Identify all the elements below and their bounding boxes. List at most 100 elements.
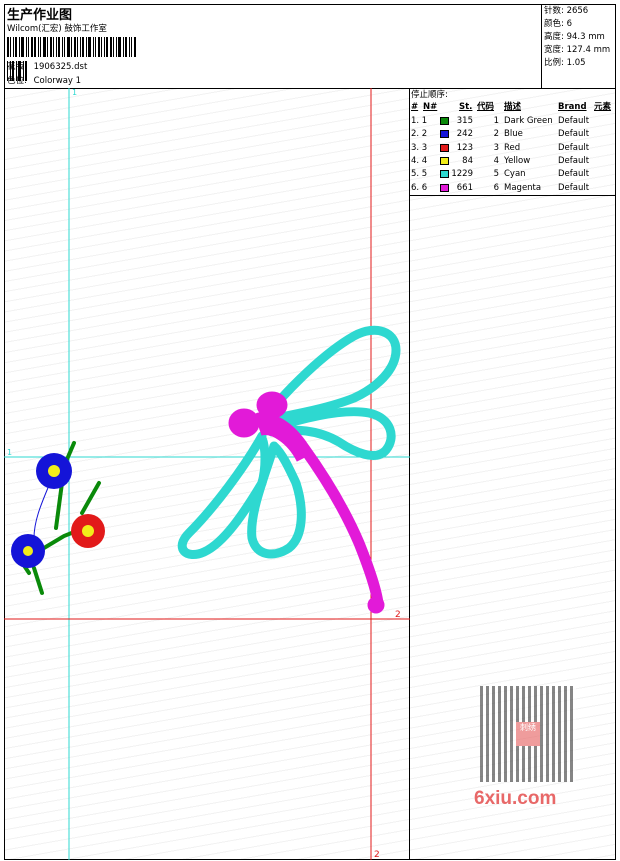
colorway-value: Colorway 1 <box>33 76 82 86</box>
row-description: Blue <box>504 129 523 140</box>
sequence-row: 3. 3 123 3 Red Default <box>411 143 614 156</box>
barcode-bar <box>50 37 52 57</box>
colorway-label: 色位: <box>7 76 27 86</box>
flower-blue-bottom <box>11 534 45 568</box>
barcode-bar <box>116 37 117 57</box>
studio-name: Wilcom(汇宏) 鼓饰工作室 <box>7 24 107 34</box>
color-swatch <box>440 143 449 152</box>
row-brand: Default <box>558 182 590 193</box>
color-swatch <box>440 156 449 165</box>
stat-stitches: 针数: 2656 <box>544 6 589 16</box>
barcode-bar <box>40 37 41 57</box>
barcode-bar <box>82 37 84 57</box>
barcode-bar <box>77 37 78 57</box>
row-stitches: 661 <box>456 182 473 193</box>
col-brand: Brand <box>558 102 587 112</box>
stat-width: 宽度: 127.4 mm <box>544 45 611 55</box>
row-code: 5 <box>493 169 499 180</box>
row-stitches: 315 <box>456 116 473 126</box>
barcode-bar <box>98 37 100 57</box>
row-index: 2. 2 <box>411 129 428 140</box>
row-index: 3. 3 <box>411 142 428 153</box>
row-code: 1 <box>493 116 499 126</box>
barcode-bar <box>28 37 29 57</box>
qr-stamp: 刺绣 <box>516 722 540 746</box>
sequence-title: 停止顺序: <box>411 90 448 100</box>
flower-red <box>71 514 105 548</box>
row-description: Cyan <box>504 169 526 180</box>
col-needle: N# <box>423 102 438 112</box>
barcode-bar <box>113 37 114 57</box>
barcode-bar <box>34 37 36 57</box>
design-field: 花版: 1906325.dst <box>7 62 87 72</box>
row-index: 5. 5 <box>411 169 428 180</box>
barcode-bar <box>19 37 20 57</box>
sequence-row: 6. 6 661 6 Magenta Default <box>411 183 614 196</box>
barcode-bar <box>13 37 14 57</box>
row-index: 6. 6 <box>411 182 428 193</box>
row-description: Magenta <box>504 182 542 193</box>
barcode-bar <box>71 37 72 57</box>
row-brand: Default <box>558 142 590 153</box>
barcode-bar <box>88 37 91 57</box>
barcode-bar <box>95 37 96 57</box>
col-desc: 描述 <box>504 102 522 112</box>
row-code: 4 <box>493 155 499 166</box>
sequence-row: 2. 2 242 2 Blue Default <box>411 129 614 142</box>
barcode-bar <box>74 37 76 57</box>
color-swatch <box>440 117 449 125</box>
stat-height: 高度: 94.3 mm <box>544 32 605 42</box>
row-stitches: 84 <box>462 155 473 166</box>
row-brand: Default <box>558 169 590 180</box>
barcode <box>7 37 139 81</box>
row-description: Dark Green <box>504 116 553 126</box>
colorway-field: 色位: Colorway 1 <box>7 76 81 86</box>
barcode-bar <box>62 37 63 57</box>
barcode-bar <box>86 37 87 57</box>
barcode-bar <box>38 37 39 57</box>
barcode-bar <box>134 37 136 57</box>
row-stitches: 242 <box>456 129 473 140</box>
stat-colors: 颜色: 6 <box>544 19 572 29</box>
sequence-row: 5. 5 1229 5 Cyan Default <box>411 169 614 182</box>
barcode-bar <box>123 37 124 57</box>
col-element: 元素 <box>594 102 612 112</box>
row-index: 1. 1 <box>411 116 428 126</box>
barcode-bar <box>106 37 108 57</box>
barcode-bar <box>64 37 65 57</box>
color-swatch <box>440 183 449 192</box>
color-swatch <box>440 130 449 139</box>
barcode-bar <box>67 37 70 57</box>
row-stitches: 1229 <box>451 169 473 180</box>
barcode-bar <box>15 37 17 57</box>
barcode-bar <box>131 37 132 57</box>
color-swatch <box>440 170 449 179</box>
row-description: Red <box>504 142 521 153</box>
barcode-bar <box>80 37 81 57</box>
guide-label-left: 1 <box>7 448 12 457</box>
row-code: 6 <box>493 182 499 193</box>
barcode-bar <box>31 37 33 57</box>
row-code: 3 <box>493 142 499 153</box>
col-stitches: St. <box>459 102 473 112</box>
barcode-bar <box>43 37 46 57</box>
sequence-row: 4. 4 84 4 Yellow Default <box>411 156 614 169</box>
barcode-bar <box>110 37 112 57</box>
barcode-bar <box>56 37 57 57</box>
barcode-bar <box>125 37 127 57</box>
qr-code: 刺绣 <box>480 686 576 782</box>
row-description: Yellow <box>504 155 531 166</box>
flower-blue-top <box>36 453 72 489</box>
guide-label-bottom: 2 <box>374 850 380 860</box>
embroidery-preview: 1 1 2 2 <box>4 88 410 860</box>
guide-label-right: 2 <box>395 610 401 620</box>
barcode-bar <box>26 37 27 57</box>
barcode-bar <box>104 37 105 57</box>
barcode-bar <box>47 37 48 57</box>
row-stitches: 123 <box>456 142 473 153</box>
design-value: 1906325.dst <box>33 62 88 72</box>
row-code: 2 <box>493 129 499 140</box>
sequence-header-row: # N# St. 代码 描述 Brand 元素 <box>411 102 614 112</box>
row-brand: Default <box>558 155 590 166</box>
barcode-bar <box>10 37 11 57</box>
